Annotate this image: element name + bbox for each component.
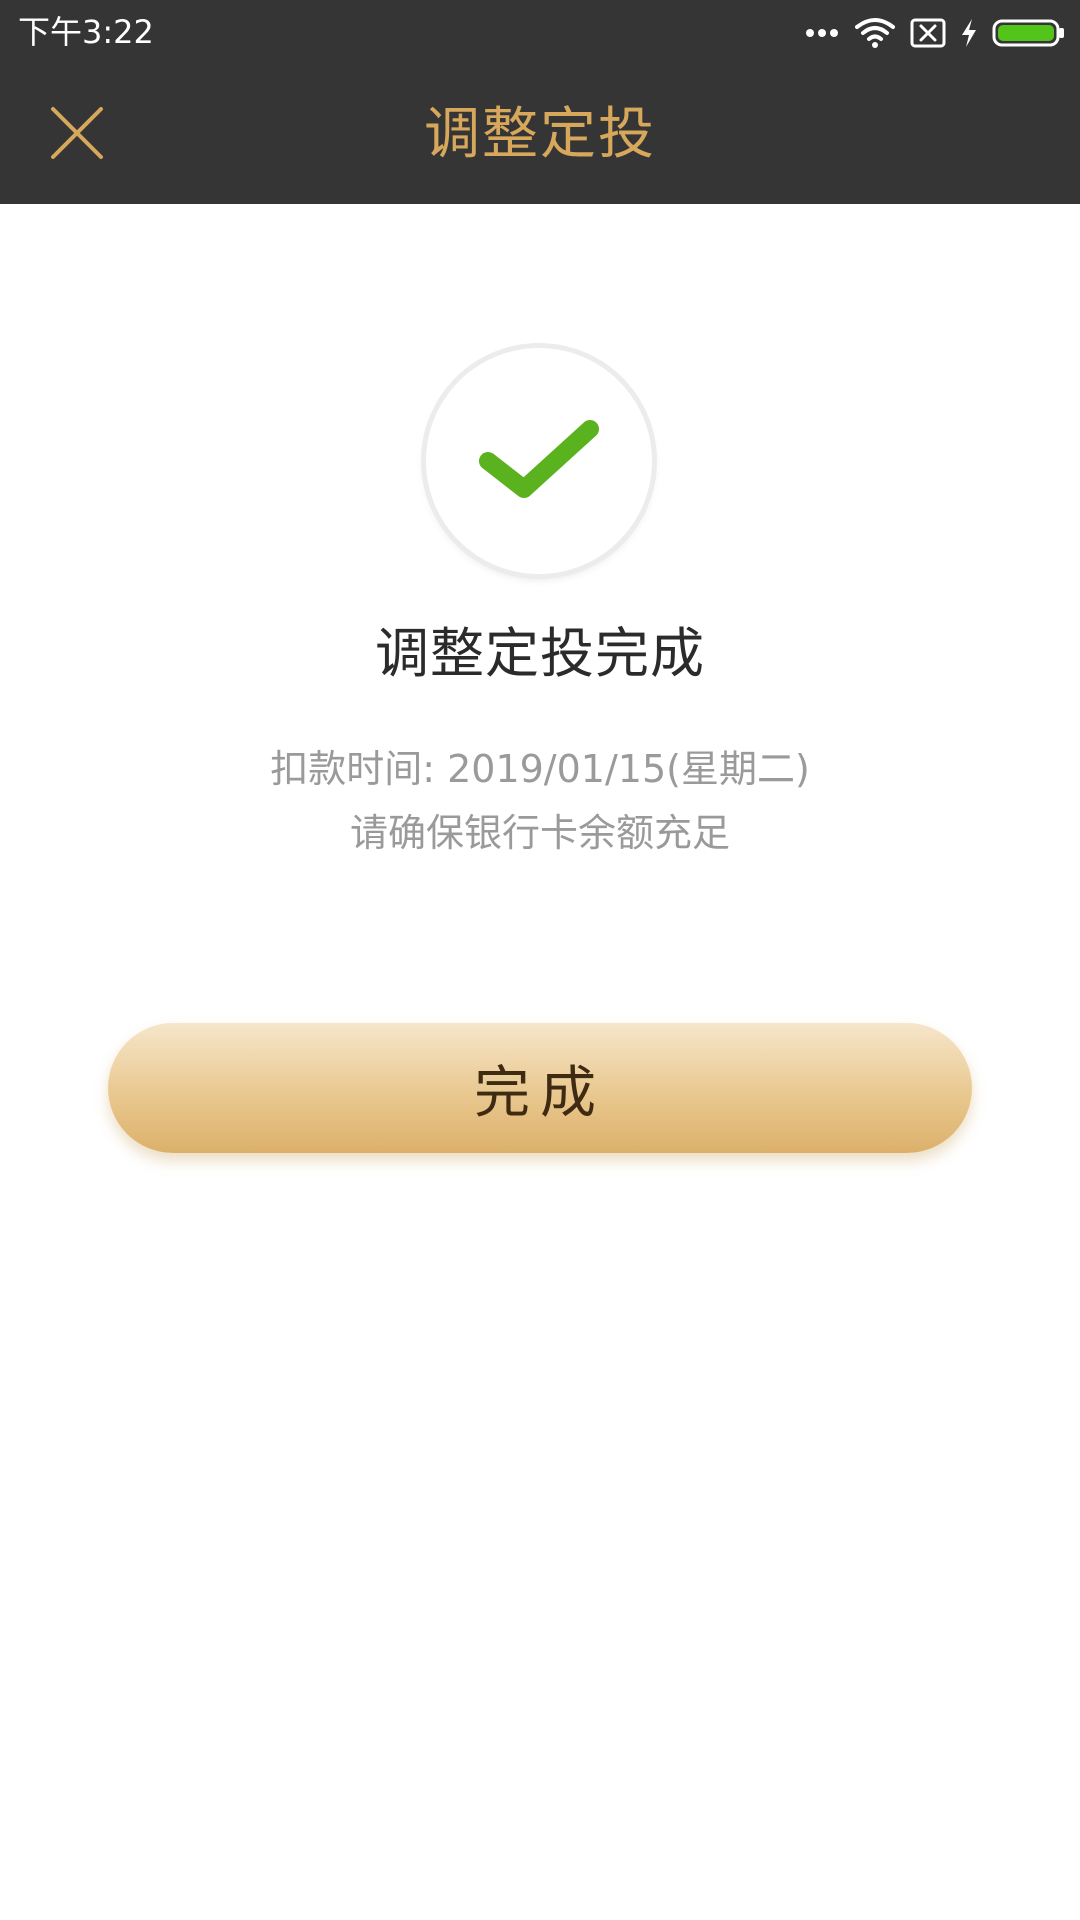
status-icons <box>804 10 1066 56</box>
battery-icon <box>992 18 1066 48</box>
charging-bolt-icon <box>960 18 978 48</box>
success-title: 调整定投完成 <box>375 622 705 685</box>
more-dots-icon <box>804 27 840 39</box>
close-button[interactable] <box>36 94 118 176</box>
status-bar: 下午3:22 <box>0 0 1080 66</box>
page-title: 调整定投 <box>424 102 656 167</box>
done-button[interactable]: 完成 <box>108 1023 972 1153</box>
sim-blocked-icon <box>910 18 946 48</box>
done-button-label: 完成 <box>474 1060 606 1126</box>
wifi-icon <box>854 17 896 49</box>
status-time: 下午3:22 <box>18 13 154 51</box>
close-icon <box>49 105 105 165</box>
screen: 下午3:22 调整定投 调整定投完成 扣款时间: 2019/01/15(星期二)… <box>0 0 1080 1920</box>
check-icon <box>474 409 604 513</box>
title-bar: 调整定投 <box>0 66 1080 204</box>
deduct-time-text: 扣款时间: 2019/01/15(星期二) <box>270 747 810 791</box>
balance-hint-text: 请确保银行卡余额充足 <box>349 811 730 855</box>
success-badge <box>426 348 652 574</box>
